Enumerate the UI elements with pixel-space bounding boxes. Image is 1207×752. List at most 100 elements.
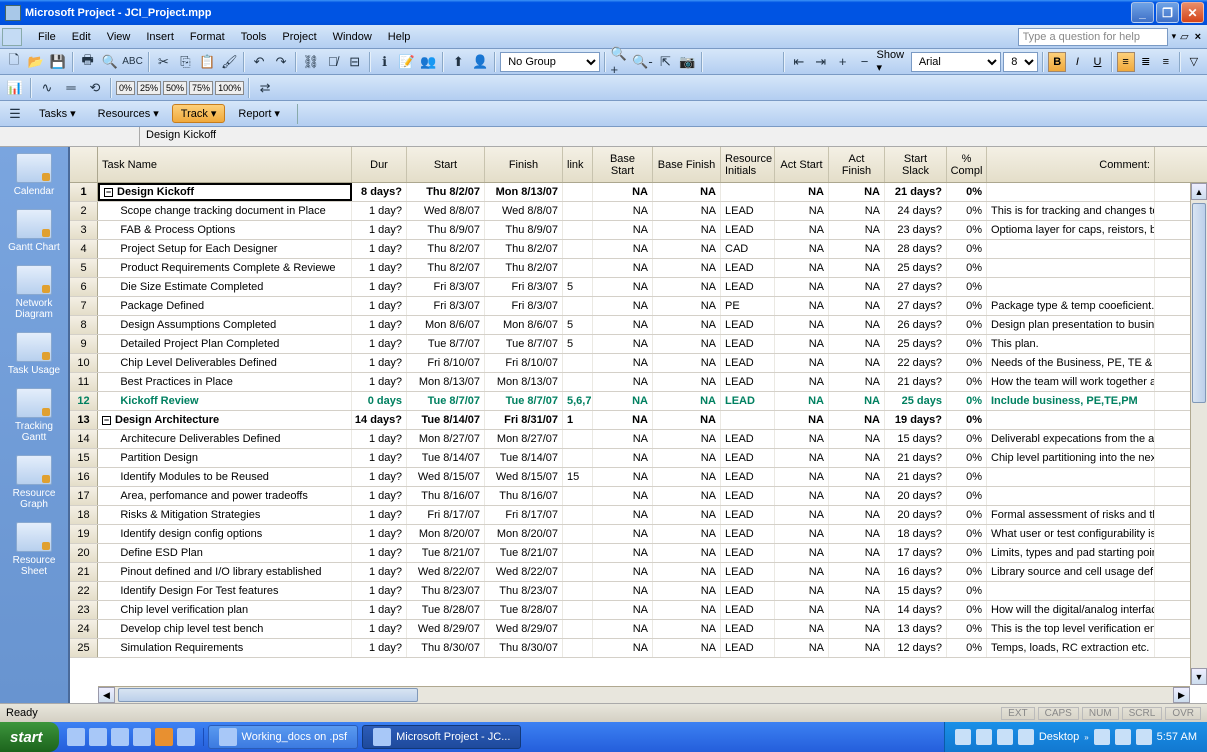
split-task-icon[interactable]: ⊟ bbox=[345, 51, 365, 73]
cell-finish[interactable]: Mon 8/6/07 bbox=[485, 316, 563, 334]
cell-act-start[interactable]: NA bbox=[775, 468, 829, 486]
menu-window[interactable]: Window bbox=[325, 28, 380, 46]
cell-base-start[interactable]: NA bbox=[593, 544, 653, 562]
row-number[interactable]: 5 bbox=[70, 259, 98, 277]
tray-icon[interactable] bbox=[997, 729, 1013, 745]
cell-finish[interactable]: Thu 8/16/07 bbox=[485, 487, 563, 505]
cell-start[interactable]: Fri 8/3/07 bbox=[407, 278, 485, 296]
table-row[interactable]: 19 Identify design config options1 day?M… bbox=[70, 525, 1207, 544]
cell-comment[interactable] bbox=[987, 259, 1155, 277]
cell-act-start[interactable]: NA bbox=[775, 525, 829, 543]
cell-link[interactable] bbox=[563, 487, 593, 505]
cell-resource[interactable]: LEAD bbox=[721, 392, 775, 410]
cell-start[interactable]: Thu 8/16/07 bbox=[407, 487, 485, 505]
cell-comment[interactable]: Formal assessment of risks and th bbox=[987, 506, 1155, 524]
cell-act-start[interactable]: NA bbox=[775, 563, 829, 581]
cell-pct-complete[interactable]: 0% bbox=[947, 354, 987, 372]
cell-pct-complete[interactable]: 0% bbox=[947, 468, 987, 486]
cell-link[interactable] bbox=[563, 620, 593, 638]
spelling-icon[interactable]: ABC bbox=[122, 51, 144, 73]
cell-pct-complete[interactable]: 0% bbox=[947, 411, 987, 429]
cell-pct-complete[interactable]: 0% bbox=[947, 259, 987, 277]
quick-launch-icon[interactable] bbox=[155, 728, 173, 746]
cell-base-start[interactable]: NA bbox=[593, 335, 653, 353]
col-base-start[interactable]: Base Start bbox=[593, 147, 653, 182]
cell-base-start[interactable]: NA bbox=[593, 468, 653, 486]
col-task-name[interactable]: Task Name bbox=[98, 147, 352, 182]
cell-comment[interactable]: This is for tracking and changes to bbox=[987, 202, 1155, 220]
cell-link[interactable]: 5 bbox=[563, 316, 593, 334]
cell-task-name[interactable]: Product Requirements Complete & Reviewe bbox=[98, 259, 352, 277]
save-icon[interactable]: 💾 bbox=[48, 51, 68, 73]
cell-act-start[interactable]: NA bbox=[775, 544, 829, 562]
cell-start-slack[interactable]: 28 days? bbox=[885, 240, 947, 258]
cell-duration[interactable]: 1 day? bbox=[352, 240, 407, 258]
taskbar-item-active[interactable]: Microsoft Project - JC... bbox=[362, 725, 521, 749]
cell-start-slack[interactable]: 27 days? bbox=[885, 297, 947, 315]
cell-task-name[interactable]: Scope change tracking document in Place bbox=[98, 202, 352, 220]
sidenav-item[interactable]: Resource Sheet bbox=[0, 516, 68, 583]
sidenav-item[interactable]: Gantt Chart bbox=[0, 203, 68, 259]
link-tasks-icon[interactable]: ⛓ bbox=[301, 51, 321, 73]
cell-start[interactable]: Wed 8/22/07 bbox=[407, 563, 485, 581]
cell-start[interactable]: Mon 8/27/07 bbox=[407, 430, 485, 448]
cell-act-finish[interactable]: NA bbox=[829, 563, 885, 581]
cell-base-finish[interactable]: NA bbox=[653, 335, 721, 353]
cell-act-finish[interactable]: NA bbox=[829, 373, 885, 391]
cell-act-start[interactable]: NA bbox=[775, 183, 829, 201]
indent-icon[interactable]: ⇥ bbox=[811, 51, 831, 73]
publish-icon[interactable]: ⬆ bbox=[448, 51, 468, 73]
cell-pct-complete[interactable]: 0% bbox=[947, 506, 987, 524]
tray-icon[interactable] bbox=[1018, 729, 1034, 745]
cell-base-finish[interactable]: NA bbox=[653, 373, 721, 391]
cell-act-finish[interactable]: NA bbox=[829, 601, 885, 619]
cell-act-finish[interactable]: NA bbox=[829, 506, 885, 524]
cell-start[interactable]: Thu 8/30/07 bbox=[407, 639, 485, 657]
menu-tools[interactable]: Tools bbox=[233, 28, 275, 46]
hide-subtasks-icon[interactable]: − bbox=[855, 51, 875, 73]
cell-base-start[interactable]: NA bbox=[593, 506, 653, 524]
cell-duration[interactable]: 14 days? bbox=[352, 411, 407, 429]
cell-duration[interactable]: 1 day? bbox=[352, 259, 407, 277]
cell-finish[interactable]: Mon 8/20/07 bbox=[485, 525, 563, 543]
cell-resource[interactable]: LEAD bbox=[721, 620, 775, 638]
table-row[interactable]: 25 Simulation Requirements1 day?Thu 8/30… bbox=[70, 639, 1207, 658]
bold-button[interactable]: B bbox=[1048, 52, 1066, 72]
cell-pct-complete[interactable]: 0% bbox=[947, 525, 987, 543]
cell-act-finish[interactable]: NA bbox=[829, 202, 885, 220]
cell-task-name[interactable]: Simulation Requirements bbox=[98, 639, 352, 657]
cell-comment[interactable]: Library source and cell usage def bbox=[987, 563, 1155, 581]
cell-act-start[interactable]: NA bbox=[775, 487, 829, 505]
cell-start[interactable]: Thu 8/2/07 bbox=[407, 240, 485, 258]
cell-resource[interactable]: LEAD bbox=[721, 221, 775, 239]
cell-base-start[interactable]: NA bbox=[593, 392, 653, 410]
zoom-out-icon[interactable]: 🔍- bbox=[631, 51, 653, 73]
project-guide-icon[interactable]: ☰ bbox=[4, 103, 26, 125]
table-row[interactable]: 11 Best Practices in Place1 day?Mon 8/13… bbox=[70, 373, 1207, 392]
cell-base-finish[interactable]: NA bbox=[653, 430, 721, 448]
cell-start-slack[interactable]: 25 days bbox=[885, 392, 947, 410]
menu-view[interactable]: View bbox=[99, 28, 139, 46]
quick-launch-icon[interactable] bbox=[67, 728, 85, 746]
cell-task-name[interactable]: Die Size Estimate Completed bbox=[98, 278, 352, 296]
cell-resource[interactable]: PE bbox=[721, 297, 775, 315]
row-number[interactable]: 25 bbox=[70, 639, 98, 657]
cell-base-finish[interactable]: NA bbox=[653, 506, 721, 524]
start-button[interactable]: start bbox=[0, 722, 59, 752]
cell-base-start[interactable]: NA bbox=[593, 278, 653, 296]
cell-base-finish[interactable]: NA bbox=[653, 411, 721, 429]
cell-pct-complete[interactable]: 0% bbox=[947, 487, 987, 505]
cell-duration[interactable]: 1 day? bbox=[352, 468, 407, 486]
scroll-right-icon[interactable]: ▶ bbox=[1173, 687, 1190, 703]
cell-link[interactable] bbox=[563, 544, 593, 562]
cell-resource[interactable]: LEAD bbox=[721, 639, 775, 657]
cell-start[interactable]: Thu 8/2/07 bbox=[407, 259, 485, 277]
cell-duration[interactable]: 1 day? bbox=[352, 639, 407, 657]
table-row[interactable]: 14 Architecure Deliverables Defined1 day… bbox=[70, 430, 1207, 449]
cell-duration[interactable]: 1 day? bbox=[352, 221, 407, 239]
cell-link[interactable] bbox=[563, 354, 593, 372]
cell-start[interactable]: Wed 8/8/07 bbox=[407, 202, 485, 220]
cell-link[interactable]: 5,6,7, bbox=[563, 392, 593, 410]
cell-base-finish[interactable]: NA bbox=[653, 449, 721, 467]
cell-pct-complete[interactable]: 0% bbox=[947, 620, 987, 638]
